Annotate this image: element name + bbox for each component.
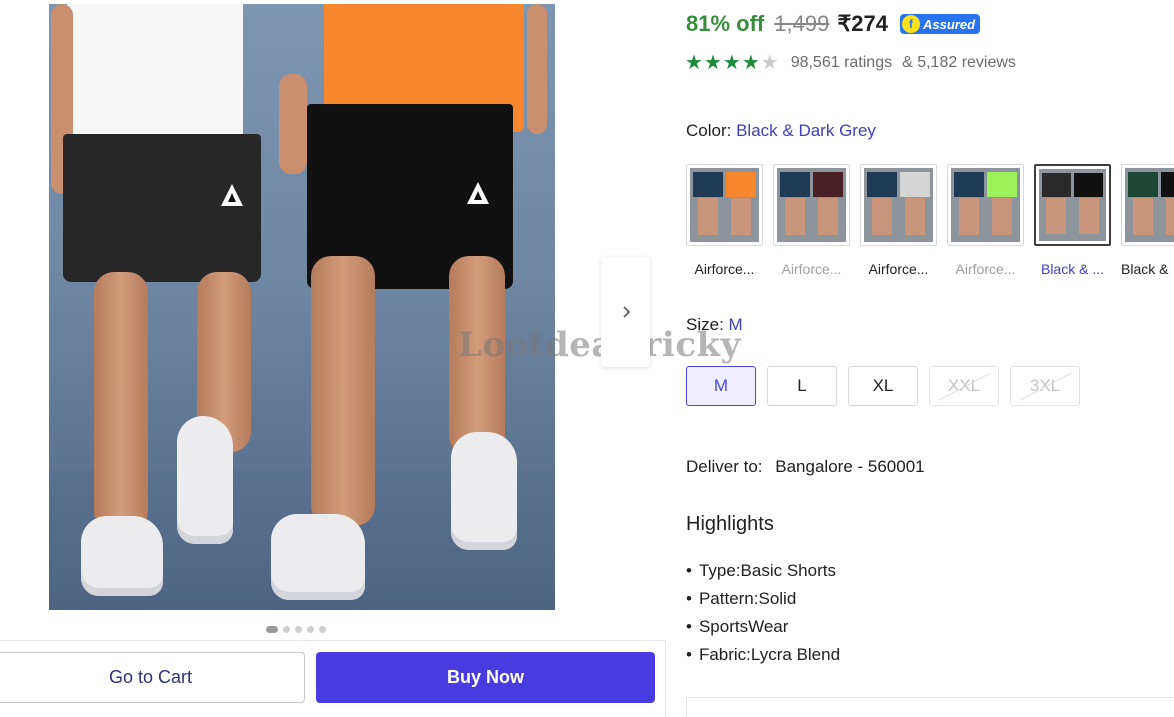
price-row: 81% off 1,499 ₹274 f Assured <box>686 11 981 37</box>
gallery-dot[interactable] <box>283 626 290 633</box>
next-section-box <box>686 697 1174 717</box>
size-options: M L XL XXL 3XL <box>686 366 1080 406</box>
divider <box>0 640 665 641</box>
product-image[interactable] <box>49 4 555 610</box>
right-arm <box>527 4 547 134</box>
swatch-label: Airforce... <box>868 261 929 277</box>
left-model-right-arm <box>279 74 307 174</box>
color-swatch-selected[interactable]: Black & ... <box>1034 164 1111 277</box>
delivery-pincode: Bangalore - 560001 <box>775 457 925 476</box>
reviews-count: & 5,182 reviews <box>902 54 1016 71</box>
white-sneaker <box>271 514 365 600</box>
flipkart-logo-icon: f <box>902 15 921 33</box>
color-swatch[interactable]: Black & <box>1121 164 1174 277</box>
highlight-item: SportsWear <box>686 613 840 641</box>
white-sneaker <box>177 416 233 544</box>
size-option-l[interactable]: L <box>767 366 837 406</box>
ratings-count: 98,561 ratings <box>790 54 893 71</box>
color-label: Color: Black & Dark Grey <box>686 121 876 141</box>
highlight-item: Pattern:Solid <box>686 585 840 613</box>
highlights-title: Highlights <box>686 513 774 535</box>
swatch-label: Black & <box>1121 261 1169 277</box>
chevron-right-icon <box>622 306 630 318</box>
selected-color-value: Black & Dark Grey <box>736 121 876 140</box>
white-sneaker <box>81 516 163 596</box>
next-image-button[interactable] <box>601 257 650 367</box>
star-rating: ★ ★ ★ ★ ★ <box>685 53 779 73</box>
white-sneaker <box>451 432 517 550</box>
dark-grey-shorts <box>63 134 261 282</box>
swatch-label: Airforce... <box>781 261 842 277</box>
color-swatches: Airforce... Airforce... Airforce... Airf… <box>686 164 1174 277</box>
color-swatch[interactable]: Airforce... <box>947 164 1024 277</box>
gallery-dot-active[interactable] <box>266 626 278 633</box>
size-option-xl[interactable]: XL <box>848 366 918 406</box>
gallery-dots <box>266 626 326 633</box>
highlights-list: Type:Basic Shorts Pattern:Solid SportsWe… <box>686 557 840 669</box>
assured-badge: f Assured <box>900 14 981 34</box>
size-label-text: Size: <box>686 315 724 334</box>
delivery-location[interactable]: Deliver to: Bangalore - 560001 <box>686 457 925 477</box>
star-full-icon: ★ <box>685 52 703 74</box>
go-to-cart-button[interactable]: Go to Cart <box>0 652 305 703</box>
gallery-dot[interactable] <box>319 626 326 633</box>
leg <box>94 272 148 532</box>
star-full-icon: ★ <box>722 52 741 74</box>
star-empty-icon: ★ <box>760 52 779 74</box>
original-price: 1,499 <box>774 11 830 36</box>
leg <box>311 256 375 526</box>
brand-logo-icon <box>221 184 243 206</box>
gallery-dot[interactable] <box>307 626 314 633</box>
size-option-xxl[interactable]: XXL <box>929 366 999 406</box>
color-swatch[interactable]: Airforce... <box>860 164 937 277</box>
white-tshirt <box>67 4 243 142</box>
color-swatch[interactable]: Airforce... <box>686 164 763 277</box>
swatch-label: Black & ... <box>1040 261 1105 277</box>
size-label: Size: M <box>686 315 743 335</box>
buy-now-button[interactable]: Buy Now <box>316 652 655 703</box>
size-option-m[interactable]: M <box>686 366 756 406</box>
rating-row[interactable]: ★ ★ ★ ★ ★ 98,561 ratings & 5,182 reviews <box>685 53 1016 73</box>
size-option-3xl[interactable]: 3XL <box>1010 366 1080 406</box>
swatch-label: Airforce... <box>694 261 755 277</box>
swatch-label: Airforce... <box>955 261 1016 277</box>
discount-percent: 81% off <box>686 11 765 36</box>
highlight-item: Type:Basic Shorts <box>686 557 840 585</box>
selected-size-value: M <box>728 315 743 334</box>
color-label-text: Color: <box>686 121 732 140</box>
gallery-dot[interactable] <box>295 626 302 633</box>
star-full-icon: ★ <box>741 52 760 74</box>
highlight-item: Fabric:Lycra Blend <box>686 641 840 669</box>
divider <box>665 640 666 717</box>
brand-logo-icon <box>467 182 489 204</box>
deliver-to-label: Deliver to: <box>686 457 763 476</box>
assured-label: Assured <box>923 16 976 32</box>
color-swatch[interactable]: Airforce... <box>773 164 850 277</box>
selling-price: ₹274 <box>837 11 889 36</box>
star-full-icon: ★ <box>703 52 722 74</box>
